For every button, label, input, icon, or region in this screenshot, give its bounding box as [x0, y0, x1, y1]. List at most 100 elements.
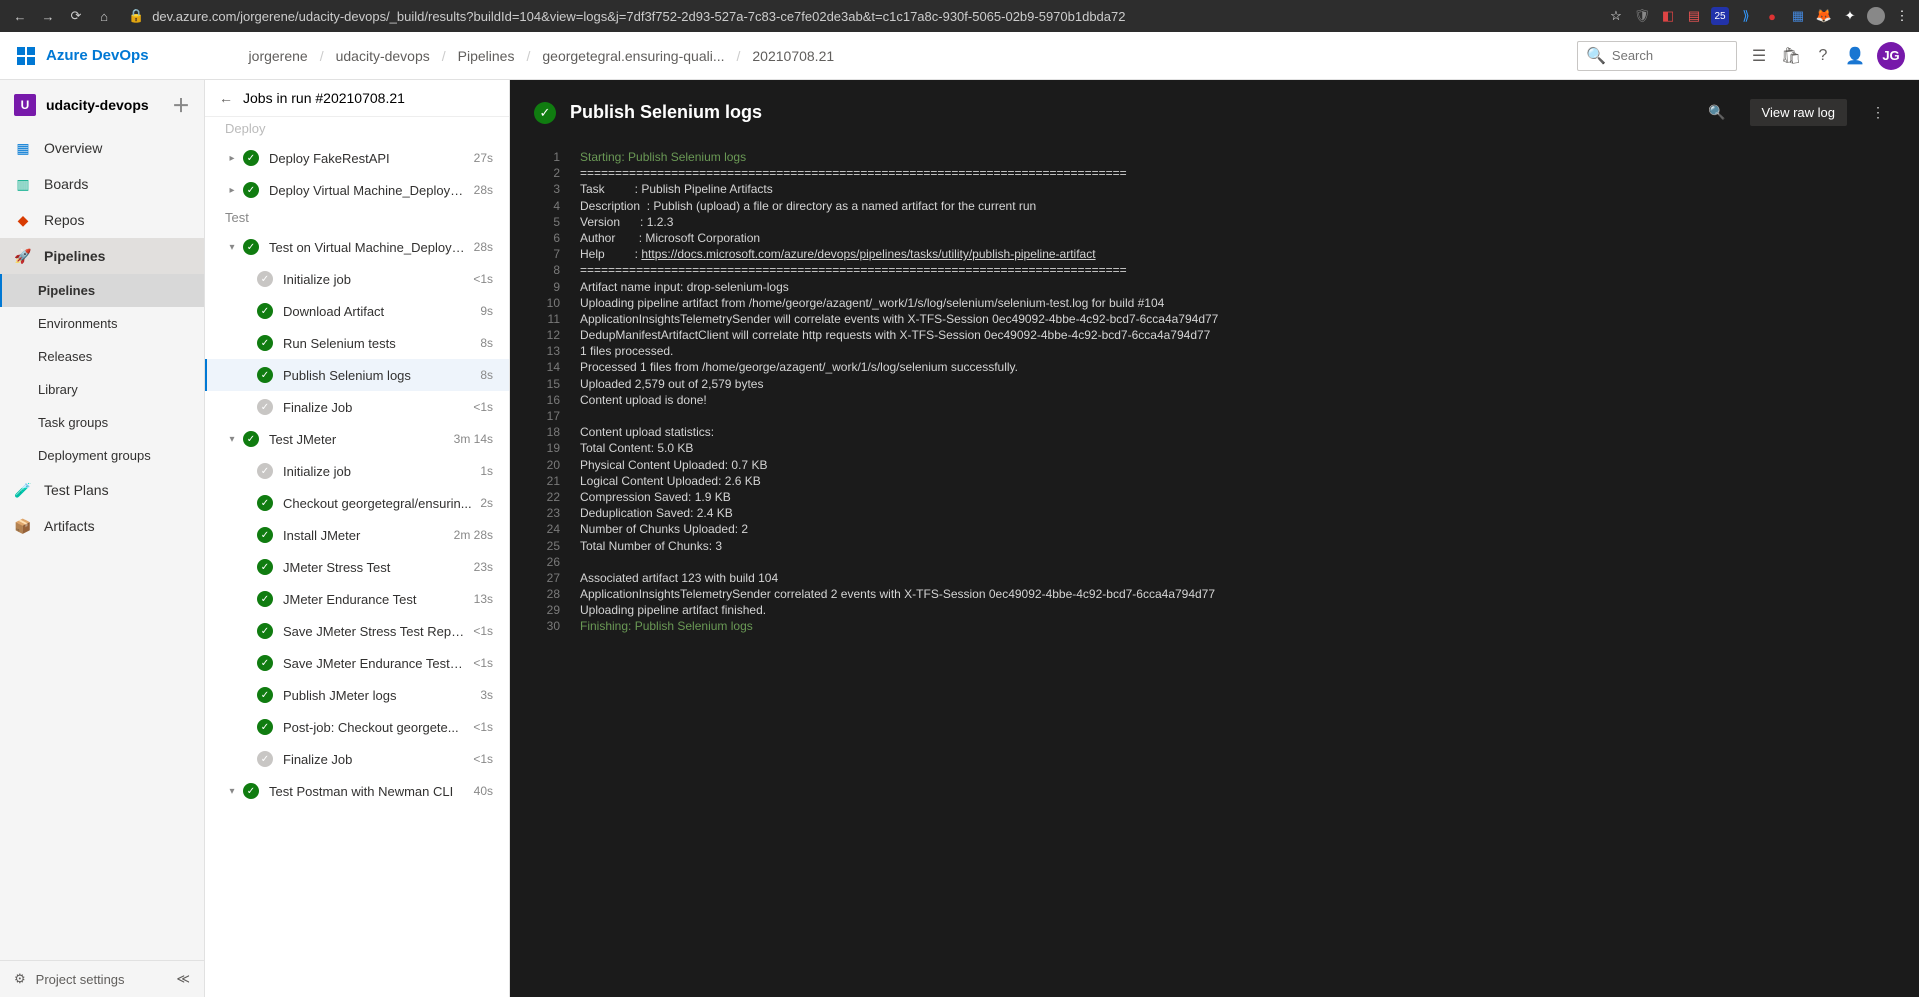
crumb-section[interactable]: Pipelines — [458, 48, 515, 64]
crumb-pipeline[interactable]: georgetegral.ensuring-quali... — [542, 48, 724, 64]
crumb-run[interactable]: 20210708.21 — [752, 48, 834, 64]
nav-environments[interactable]: Environments — [0, 307, 204, 340]
job-row[interactable]: ▸✓Deploy Virtual Machine_Deploy_...28s — [205, 174, 509, 206]
browser-toolbar: ← → ⟳ ⌂ 🔒 dev.azure.com/jorgerene/udacit… — [0, 0, 1919, 32]
nav-overview[interactable]: ▦Overview — [0, 130, 204, 166]
job-step[interactable]: ✓Save JMeter Stress Test Repor...<1s — [205, 615, 509, 647]
gear-icon: ⚙ — [14, 971, 26, 987]
job-step[interactable]: ✓Finalize Job<1s — [205, 391, 509, 423]
log-search-icon[interactable]: 🔍 — [1698, 98, 1735, 127]
chevron-down-icon: ▾ — [225, 242, 239, 253]
address-bar[interactable]: 🔒 dev.azure.com/jorgerene/udacity-devops… — [120, 8, 1607, 24]
back-button[interactable]: ← — [8, 4, 32, 28]
check-icon: ✓ — [257, 655, 273, 671]
nav-library[interactable]: Library — [0, 373, 204, 406]
ext-icon[interactable]: 🦊 — [1815, 7, 1833, 25]
artifacts-icon: 📦 — [14, 517, 32, 535]
job-step[interactable]: ✓Checkout georgetegral/ensurin...2s — [205, 487, 509, 519]
jobs-panel[interactable]: ← Jobs in run #20210708.21 Deploy ▸✓Depl… — [205, 80, 510, 997]
check-icon: ✓ — [257, 399, 273, 415]
log-line: 15Uploaded 2,579 out of 2,579 bytes — [510, 376, 1919, 392]
collapse-icon[interactable]: ≪ — [176, 971, 190, 987]
breadcrumb: jorgerene / udacity-devops / Pipelines /… — [249, 48, 835, 64]
star-icon[interactable]: ☆ — [1607, 7, 1625, 25]
check-icon: ✓ — [257, 367, 273, 383]
log-line: 131 files processed. — [510, 343, 1919, 359]
bag-icon[interactable]: 🛍 — [1781, 46, 1801, 66]
nav-releases[interactable]: Releases — [0, 340, 204, 373]
job-step[interactable]: ✓Run Selenium tests8s — [205, 327, 509, 359]
menu-icon[interactable]: ⋮ — [1893, 7, 1911, 25]
nav-pipelines-sub[interactable]: Pipelines — [0, 274, 204, 307]
job-step[interactable]: ✓JMeter Endurance Test13s — [205, 583, 509, 615]
project-settings[interactable]: ⚙ Project settings ≪ — [0, 960, 204, 997]
shield-icon[interactable]: 🛡 — [1633, 7, 1651, 25]
check-icon: ✓ — [257, 335, 273, 351]
nav-repos[interactable]: ◆Repos — [0, 202, 204, 238]
ext-icon[interactable]: ▤ — [1685, 7, 1703, 25]
search-icon: 🔍 — [1586, 46, 1606, 66]
user-settings-icon[interactable]: 👤 — [1845, 46, 1865, 66]
log-line: 10Uploading pipeline artifact from /home… — [510, 295, 1919, 311]
overview-icon: ▦ — [14, 139, 32, 157]
ext-icon[interactable]: ⟫ — [1737, 7, 1755, 25]
forward-button[interactable]: → — [36, 4, 60, 28]
log-line: 2=======================================… — [510, 165, 1919, 181]
log-line: 11ApplicationInsightsTelemetrySender wil… — [510, 311, 1919, 327]
reload-button[interactable]: ⟳ — [64, 4, 88, 28]
page-header: Azure DevOps jorgerene / udacity-devops … — [0, 32, 1919, 80]
ext-icon[interactable]: ▦ — [1789, 7, 1807, 25]
job-step[interactable]: ✓Post-job: Checkout georgete...<1s — [205, 711, 509, 743]
check-icon: ✓ — [243, 150, 259, 166]
back-arrow-icon[interactable]: ← — [219, 90, 233, 106]
view-raw-log-button[interactable]: View raw log — [1750, 99, 1847, 126]
list-icon[interactable]: ☰ — [1749, 46, 1769, 66]
job-row[interactable]: ▾✓Test on Virtual Machine_Deploy_...28s — [205, 231, 509, 263]
log-header: ✓ Publish Selenium logs 🔍 View raw log ⋮ — [510, 80, 1919, 145]
ext-icon[interactable]: ● — [1763, 7, 1781, 25]
puzzle-icon[interactable]: ✦ — [1841, 7, 1859, 25]
ext-icon[interactable]: ◧ — [1659, 7, 1677, 25]
add-icon[interactable]: ＋ — [172, 92, 190, 118]
nav-boards[interactable]: ▥Boards — [0, 166, 204, 202]
job-row[interactable]: ▸✓Deploy FakeRestAPI27s — [205, 142, 509, 174]
ext-icon[interactable]: 25 — [1711, 7, 1729, 25]
home-button[interactable]: ⌂ — [92, 4, 116, 28]
nav-pipelines[interactable]: 🚀Pipelines — [0, 238, 204, 274]
browser-extensions: ☆ 🛡 ◧ ▤ 25 ⟫ ● ▦ 🦊 ✦ ⋮ — [1607, 7, 1911, 25]
log-line: 30Finishing: Publish Selenium logs — [510, 618, 1919, 634]
job-row[interactable]: ▾✓Test Postman with Newman CLI40s — [205, 775, 509, 807]
job-step[interactable]: ✓Initialize job1s — [205, 455, 509, 487]
project-picker[interactable]: U udacity-devops ＋ — [0, 80, 204, 130]
nav-task-groups[interactable]: Task groups — [0, 406, 204, 439]
log-line: 19Total Content: 5.0 KB — [510, 440, 1919, 456]
search-box[interactable]: 🔍 — [1577, 41, 1737, 71]
crumb-project[interactable]: udacity-devops — [336, 48, 430, 64]
log-line: 16Content upload is done! — [510, 392, 1919, 408]
azure-devops-logo[interactable]: Azure DevOps — [14, 44, 149, 68]
nav-test-plans[interactable]: 🧪Test Plans — [0, 472, 204, 508]
log-body[interactable]: 1Starting: Publish Selenium logs2=======… — [510, 145, 1919, 997]
job-step[interactable]: ✓Install JMeter2m 28s — [205, 519, 509, 551]
job-step[interactable]: ✓Initialize job<1s — [205, 263, 509, 295]
crumb-org[interactable]: jorgerene — [249, 48, 308, 64]
user-avatar[interactable]: JG — [1877, 42, 1905, 70]
log-line: 23Deduplication Saved: 2.4 KB — [510, 505, 1919, 521]
job-row[interactable]: ▾✓Test JMeter3m 14s — [205, 423, 509, 455]
log-line: 17 — [510, 408, 1919, 424]
nav-artifacts[interactable]: 📦Artifacts — [0, 508, 204, 544]
more-icon[interactable]: ⋮ — [1861, 98, 1895, 127]
jobs-title: Jobs in run #20210708.21 — [243, 90, 405, 106]
job-step-selected[interactable]: ✓Publish Selenium logs8s — [205, 359, 509, 391]
profile-avatar[interactable] — [1867, 7, 1885, 25]
check-icon: ✓ — [257, 303, 273, 319]
job-step[interactable]: ✓Download Artifact9s — [205, 295, 509, 327]
job-step[interactable]: ✓Finalize Job<1s — [205, 743, 509, 775]
job-step[interactable]: ✓JMeter Stress Test23s — [205, 551, 509, 583]
job-step[interactable]: ✓Publish JMeter logs3s — [205, 679, 509, 711]
job-step[interactable]: ✓Save JMeter Endurance Test R...<1s — [205, 647, 509, 679]
log-line: 26 — [510, 554, 1919, 570]
help-link[interactable]: https://docs.microsoft.com/azure/devops/… — [641, 247, 1095, 261]
nav-deployment-groups[interactable]: Deployment groups — [0, 439, 204, 472]
help-icon[interactable]: ? — [1813, 46, 1833, 66]
